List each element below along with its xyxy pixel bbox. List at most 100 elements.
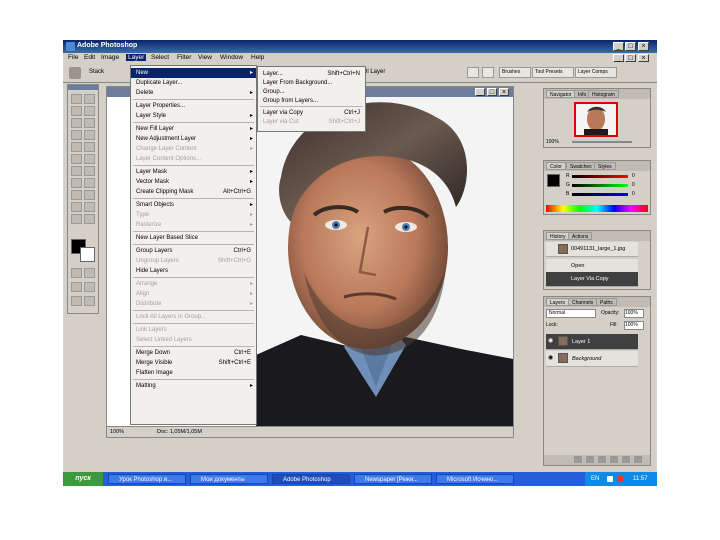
new-layer-icon[interactable] <box>622 456 630 463</box>
marquee-tool-icon[interactable] <box>84 94 95 104</box>
dodge-tool-icon[interactable] <box>84 166 95 176</box>
clone-source-icon[interactable] <box>482 67 494 78</box>
maximize-button[interactable]: □ <box>625 42 636 51</box>
menu-help[interactable]: Help <box>251 54 264 61</box>
channel-g-value[interactable]: 0 <box>632 182 635 188</box>
slice-tool-icon[interactable] <box>84 118 95 128</box>
doc-restore-button[interactable]: □ <box>625 54 636 62</box>
tab-styles[interactable]: Styles <box>594 162 616 170</box>
layer-menu-item-layer-properties[interactable]: Layer Properties... <box>131 101 256 111</box>
layer-menu-item-new-fill-layer[interactable]: New Fill Layer ▸ <box>131 124 256 134</box>
gradient-tool-icon[interactable] <box>84 154 95 164</box>
tray-antivirus-icon[interactable] <box>617 476 623 482</box>
task-newspaper[interactable]: Newspaper [Режи... <box>354 474 432 484</box>
layer-row-background[interactable]: ◉ Background <box>546 351 638 367</box>
portrait-photo[interactable] <box>256 97 513 426</box>
opacity-field[interactable]: 100% <box>624 309 644 318</box>
menu-file[interactable]: File <box>68 54 78 61</box>
jump-to-imageready-icon[interactable] <box>71 296 82 306</box>
language-indicator[interactable]: EN <box>591 472 599 486</box>
layer-menu-item-merge-down[interactable]: Merge Down Ctrl+E <box>131 348 256 358</box>
layer-menu-item-group-layers[interactable]: Group Layers Ctrl+G <box>131 246 256 256</box>
magic-wand-icon[interactable] <box>84 106 95 116</box>
history-brush-icon[interactable] <box>84 142 95 152</box>
layer-menu-item-new-adjustment-layer[interactable]: New Adjustment Layer ▸ <box>131 134 256 144</box>
standard-mode-icon[interactable] <box>71 268 82 278</box>
navigator-thumbnail[interactable] <box>574 102 618 137</box>
layer-menu-item-matting[interactable]: Matting ▸ <box>131 381 256 391</box>
navigator-zoom[interactable]: 100% <box>546 139 559 145</box>
visibility-eye-icon[interactable]: ◉ <box>548 337 555 344</box>
task-my-documents[interactable]: Мои документы <box>190 474 268 484</box>
path-select-icon[interactable] <box>71 178 82 188</box>
layer-menu-item-layer-style[interactable]: Layer Style ▸ <box>131 111 256 121</box>
tab-channels[interactable]: Channels <box>568 298 598 306</box>
doc-win-minimize[interactable]: _ <box>475 88 485 96</box>
channel-b-value[interactable]: 0 <box>632 191 635 197</box>
layer-menu-item-vector-mask[interactable]: Vector Mask ▸ <box>131 177 256 187</box>
trash-icon[interactable] <box>634 456 642 463</box>
eraser-tool-icon[interactable] <box>71 154 82 164</box>
menu-edit[interactable]: Edit <box>84 54 95 61</box>
tab-swatches[interactable]: Swatches <box>566 162 596 170</box>
doc-win-maximize[interactable]: □ <box>487 88 497 96</box>
green-slider[interactable] <box>572 184 628 187</box>
tab-histogram[interactable]: Histogram <box>588 90 619 98</box>
layer-row-layer1[interactable]: ◉ Layer 1 <box>546 334 638 350</box>
link-layers-icon[interactable] <box>574 456 582 463</box>
close-button[interactable]: × <box>638 42 649 51</box>
history-step-layer-via-copy[interactable]: Layer Via Copy <box>546 272 638 287</box>
history-snapshot[interactable]: 00491131_large_1.jpg <box>546 242 638 257</box>
screen-mode-icon[interactable] <box>71 282 82 292</box>
red-slider[interactable] <box>572 175 628 178</box>
brushes-button[interactable]: Brushes <box>499 67 531 78</box>
brush-tool-icon[interactable] <box>84 130 95 140</box>
crop-tool-icon[interactable] <box>71 118 82 128</box>
notes-tool-icon[interactable] <box>71 202 82 212</box>
menu-select[interactable]: Select <box>151 54 169 61</box>
healing-brush-icon[interactable] <box>71 130 82 140</box>
layer-comps-button[interactable]: Layer Comps <box>575 67 617 78</box>
menu-filter[interactable]: Filter <box>177 54 191 61</box>
layer-menu-item-new-layer-based-slice[interactable]: New Layer Based Slice <box>131 233 256 243</box>
menu-layer[interactable]: Layer <box>126 54 147 61</box>
status-zoom[interactable]: 100% <box>110 429 124 435</box>
doc-close-button[interactable]: × <box>638 54 649 62</box>
navigator-zoom-slider[interactable] <box>572 141 632 143</box>
start-button[interactable]: пуск <box>63 472 103 486</box>
menu-image[interactable]: Image <box>101 54 119 61</box>
brush-toggle-icon[interactable] <box>467 67 479 78</box>
tab-paths[interactable]: Paths <box>596 298 617 306</box>
blend-mode-select[interactable]: Normal <box>546 309 596 318</box>
color-spectrum-bar[interactable] <box>546 205 648 212</box>
color-foreground-swatch[interactable] <box>547 174 560 187</box>
task-lesson[interactable]: Урок Photoshop и... <box>108 474 186 484</box>
layer-menu-item-layer-mask[interactable]: Layer Mask ▸ <box>131 167 256 177</box>
zoom-tool-icon[interactable] <box>84 214 95 224</box>
tab-layers[interactable]: Layers <box>546 298 570 306</box>
menu-window[interactable]: Window <box>220 54 243 61</box>
tool-presets-button[interactable]: Tool Presets <box>532 67 574 78</box>
shape-tool-icon[interactable] <box>84 190 95 200</box>
hand-tool-icon[interactable] <box>71 214 82 224</box>
type-tool-icon[interactable] <box>84 178 95 188</box>
tab-actions[interactable]: Actions <box>568 232 593 240</box>
visibility-eye-icon[interactable]: ◉ <box>548 354 555 361</box>
menu-view[interactable]: View <box>198 54 212 61</box>
layer-style-icon[interactable] <box>586 456 594 463</box>
new-submenu-item-group-from-layers[interactable]: Group from Layers... <box>258 96 365 106</box>
layer-menu-item-merge-visible[interactable]: Merge Visible Shift+Ctrl+E <box>131 358 256 368</box>
new-adjustment-icon[interactable] <box>610 456 618 463</box>
layer-mask-icon[interactable] <box>598 456 606 463</box>
fill-field[interactable]: 100% <box>624 321 644 330</box>
full-screen-icon[interactable] <box>84 282 95 292</box>
tab-color[interactable]: Color <box>546 162 566 170</box>
layer-menu-item-smart-objects[interactable]: Smart Objects ▸ <box>131 200 256 210</box>
eyedropper-icon[interactable] <box>84 202 95 212</box>
clone-stamp-icon[interactable] <box>71 142 82 152</box>
layer-menu-item-duplicate-layer[interactable]: Duplicate Layer... <box>131 78 256 88</box>
doc-minimize-button[interactable]: _ <box>613 54 624 62</box>
stamp-tool-icon[interactable] <box>69 67 81 79</box>
doc-win-close[interactable]: × <box>499 88 509 96</box>
minimize-button[interactable]: _ <box>613 42 624 51</box>
